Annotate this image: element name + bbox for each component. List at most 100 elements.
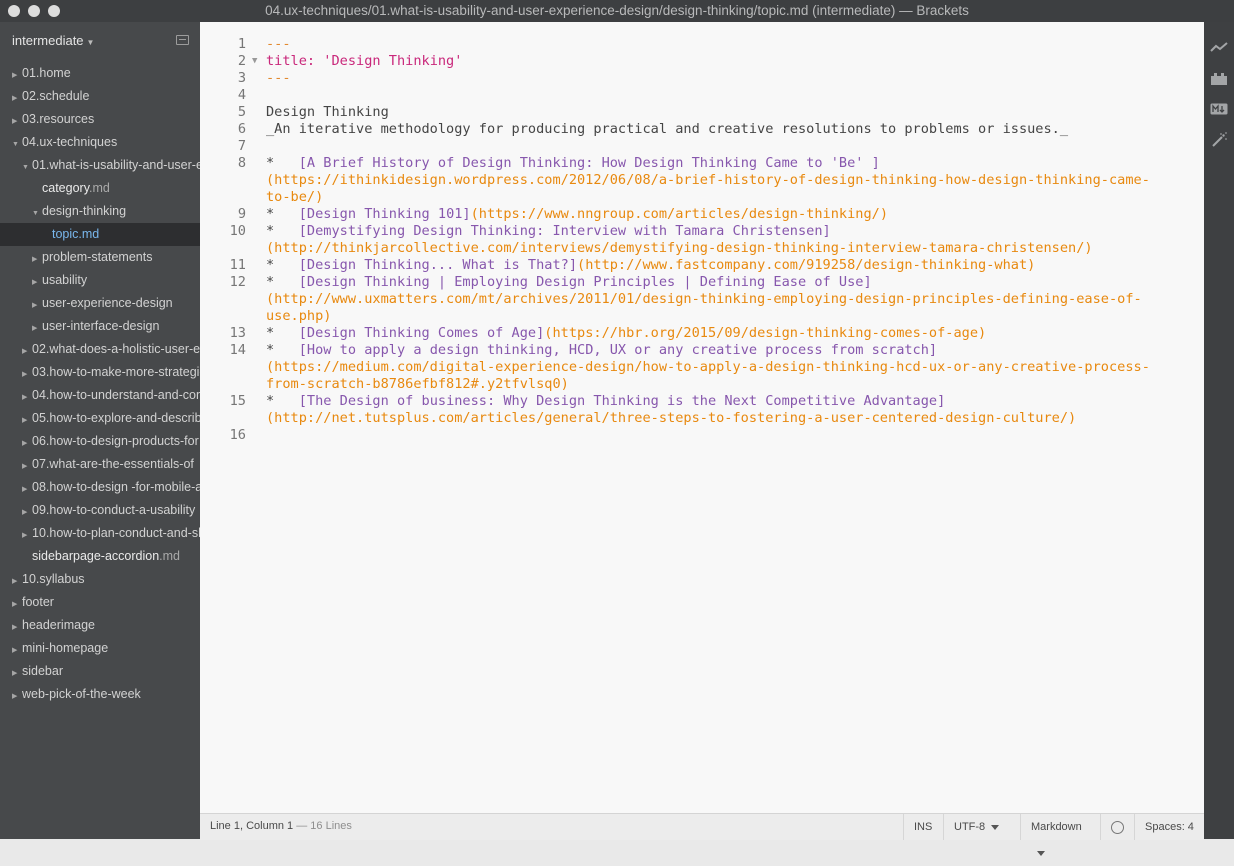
file-tree-folder[interactable]: ▶ 02.schedule — [0, 85, 200, 108]
file-tree-folder[interactable]: ▶ 07.what-are-the-essentials-of — [0, 453, 200, 476]
code-line[interactable]: 14 * [How to apply a design thinking, HCD… — [200, 342, 1204, 359]
code-line[interactable]: from-scratch-b8786efbf812#.y2tfvlsq0) — [200, 376, 1204, 393]
file-tree-folder[interactable]: ▶ 03.resources — [0, 108, 200, 131]
code-line[interactable]: (https://ithinkidesign.wordpress.com/201… — [200, 172, 1204, 189]
code-text: * [A Brief History of Design Thinking: H… — [266, 155, 880, 172]
live-preview-icon[interactable] — [1210, 40, 1228, 56]
collapsed-arrow-icon[interactable]: ▶ — [12, 570, 22, 591]
collapsed-arrow-icon[interactable]: ▶ — [22, 432, 32, 453]
collapsed-arrow-icon[interactable]: ▶ — [12, 616, 22, 637]
code-line[interactable]: to-be/) — [200, 189, 1204, 206]
collapsed-arrow-icon[interactable]: ▶ — [32, 248, 42, 269]
collapsed-arrow-icon[interactable]: ▶ — [32, 317, 42, 338]
file-tree-folder[interactable]: ▶ web-pick-of-the-week — [0, 683, 200, 706]
code-line[interactable]: 8 * [A Brief History of Design Thinking: … — [200, 155, 1204, 172]
file-tree-folder[interactable]: ▶ 06.how-to-design-products-for — [0, 430, 200, 453]
file-tree-folder[interactable]: ▼01.what-is-usability-and-user-experienc… — [0, 154, 200, 177]
code-line[interactable]: 5 Design Thinking — [200, 104, 1204, 121]
collapsed-arrow-icon[interactable]: ▶ — [32, 294, 42, 315]
file-tree-folder[interactable]: ▶ 05.how-to-explore-and-describe — [0, 407, 200, 430]
file-tree-folder[interactable]: ▶04.how-to-understand-and-communicate — [0, 384, 200, 407]
file-tree-folder[interactable]: ▶ problem-statements — [0, 246, 200, 269]
file-tree-label: sidebarpage-accordion — [32, 549, 160, 563]
code-lines[interactable]: 1 --- 2 ▼ title: 'Design Thinking' 3 --- 4 5 Desi… — [200, 36, 1204, 444]
collapsed-arrow-icon[interactable]: ▶ — [22, 386, 32, 407]
file-tree-folder[interactable]: ▶ user-experience-design — [0, 292, 200, 315]
code-line[interactable]: 15 * [The Design of business: Why Design … — [200, 393, 1204, 410]
collapsed-arrow-icon[interactable]: ▶ — [12, 64, 22, 85]
code-line[interactable]: 11 * [Design Thinking... What is That?](h… — [200, 257, 1204, 274]
file-tree-folder[interactable]: ▼ 04.ux-techniques — [0, 131, 200, 154]
code-line[interactable]: 10 * [Demystifying Design Thinking: Inter… — [200, 223, 1204, 240]
collapsed-arrow-icon[interactable]: ▶ — [22, 501, 32, 522]
file-tree-file[interactable]: ▶topic.md — [0, 223, 200, 246]
file-tree-folder[interactable]: ▶02.what-does-a-holistic-user-experience — [0, 338, 200, 361]
beautify-icon[interactable] — [1210, 132, 1228, 148]
file-tree-folder[interactable]: ▶ 01.home — [0, 62, 200, 85]
code-fold-icon[interactable]: ▼ — [252, 53, 257, 70]
code-line[interactable]: 4 — [200, 87, 1204, 104]
collapsed-arrow-icon[interactable]: ▶ — [12, 639, 22, 660]
collapsed-arrow-icon[interactable]: ▶ — [22, 340, 32, 361]
insert-mode-toggle[interactable]: INS — [903, 814, 944, 840]
file-tree-folder[interactable]: ▶ mini-homepage — [0, 637, 200, 660]
spaces-label: Spaces: 4 — [1145, 821, 1194, 833]
code-line[interactable]: (http://thinkjarcollective.com/interview… — [200, 240, 1204, 257]
collapsed-arrow-icon[interactable]: ▶ — [12, 662, 22, 683]
expanded-arrow-icon[interactable]: ▼ — [22, 156, 32, 177]
file-tree-folder[interactable]: ▶ user-interface-design — [0, 315, 200, 338]
collapsed-arrow-icon[interactable]: ▶ — [32, 271, 42, 292]
file-tree-label: topic.md — [52, 227, 100, 241]
collapsed-arrow-icon[interactable]: ▶ — [22, 409, 32, 430]
code-line[interactable]: 16 — [200, 427, 1204, 444]
language-dropdown[interactable]: Markdown — [1020, 814, 1101, 856]
expanded-arrow-icon[interactable]: ▼ — [32, 202, 42, 223]
code-line[interactable]: 13 * [Design Thinking Comes of Age](https… — [200, 325, 1204, 342]
code-line[interactable]: 3 --- — [200, 70, 1204, 87]
code-line[interactable]: 6 _An iterative methodology for producing… — [200, 121, 1204, 138]
collapsed-arrow-icon[interactable]: ▶ — [12, 685, 22, 706]
file-tree-file[interactable]: ▶sidebarpage-accordion.md — [0, 545, 200, 568]
file-tree-folder[interactable]: ▶ 08.how-to-design -for-mobile-and — [0, 476, 200, 499]
project-dropdown[interactable]: intermediate ▼ — [12, 33, 94, 48]
code-line[interactable]: use.php) — [200, 308, 1204, 325]
file-extension: .md — [89, 181, 110, 195]
code-line[interactable]: 7 — [200, 138, 1204, 155]
code-line[interactable]: 2 ▼ title: 'Design Thinking' — [200, 53, 1204, 70]
collapsed-arrow-icon[interactable]: ▶ — [12, 110, 22, 131]
file-tree-folder[interactable]: ▶ 09.how-to-conduct-a-usability — [0, 499, 200, 522]
expanded-arrow-icon[interactable]: ▼ — [12, 133, 22, 154]
file-tree-folder[interactable]: ▶ 03.how-to-make-more-strategic — [0, 361, 200, 384]
code-line[interactable]: (http://net.tutsplus.com/articles/genera… — [200, 410, 1204, 427]
encoding-dropdown[interactable]: UTF-8 — [943, 814, 1022, 840]
file-tree-folder[interactable]: ▼ design-thinking — [0, 200, 200, 223]
indentation-setting[interactable]: Spaces: 4 — [1134, 814, 1205, 840]
file-tree-folder[interactable]: ▶ usability — [0, 269, 200, 292]
collapsed-arrow-icon[interactable]: ▶ — [12, 593, 22, 614]
code-line[interactable]: (https://medium.com/digital-experience-d… — [200, 359, 1204, 376]
file-tree-folder[interactable]: ▶ footer — [0, 591, 200, 614]
file-tree-folder[interactable]: ▶10.how-to-plan-conduct-and-share — [0, 522, 200, 545]
file-tree-file[interactable]: ▶category.md — [0, 177, 200, 200]
file-tree-folder[interactable]: ▶ 10.syllabus — [0, 568, 200, 591]
file-tree-label: footer — [22, 595, 54, 609]
collapsed-arrow-icon[interactable]: ▶ — [22, 363, 32, 384]
linter-status[interactable] — [1100, 814, 1133, 840]
markdown-preview-icon[interactable] — [1210, 102, 1228, 118]
collapsed-arrow-icon[interactable]: ▶ — [22, 455, 32, 476]
split-view-toggle-icon[interactable] — [176, 35, 189, 45]
code-token: 'Design Thinking' — [323, 53, 463, 69]
code-line[interactable]: 12 * [Design Thinking | Employing Design … — [200, 274, 1204, 291]
collapsed-arrow-icon[interactable]: ▶ — [12, 87, 22, 108]
file-tree-folder[interactable]: ▶ headerimage — [0, 614, 200, 637]
file-tree-folder[interactable]: ▶ sidebar — [0, 660, 200, 683]
code-line[interactable]: 9 * [Design Thinking 101](https://www.nng… — [200, 206, 1204, 223]
collapsed-arrow-icon[interactable]: ▶ — [22, 524, 32, 545]
code-text: * [Design Thinking... What is That?](htt… — [266, 257, 1035, 274]
code-line[interactable]: (http://www.uxmatters.com/mt/archives/20… — [200, 291, 1204, 308]
cursor-position[interactable]: Line 1, Column 1 — 16 Lines — [210, 820, 352, 832]
code-line[interactable]: 1 --- — [200, 36, 1204, 53]
collapsed-arrow-icon[interactable]: ▶ — [22, 478, 32, 499]
code-editor[interactable]: 1 --- 2 ▼ title: 'Design Thinking' 3 --- 4 5 Desi… — [200, 22, 1204, 813]
extension-manager-icon[interactable] — [1210, 72, 1228, 88]
